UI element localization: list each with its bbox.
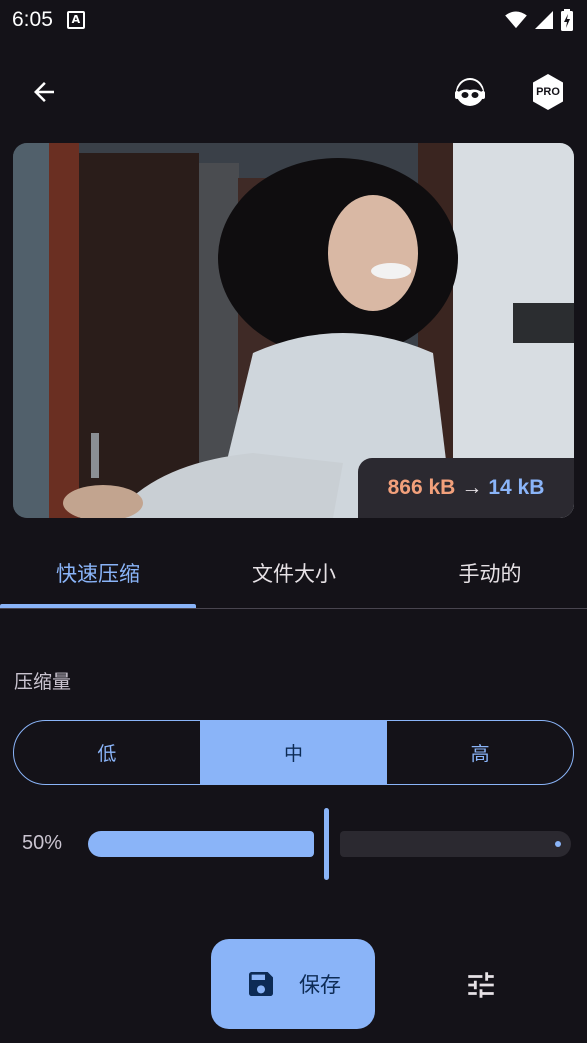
status-left: 6:05 A: [12, 8, 85, 32]
tab-quick-compress[interactable]: 快速压缩: [0, 540, 196, 606]
tab-manual[interactable]: 手动的: [392, 540, 587, 606]
compressed-size: 14 kB: [488, 476, 545, 499]
save-button[interactable]: 保存: [211, 939, 375, 1029]
image-preview[interactable]: 866 kB → 14 kB: [13, 143, 574, 518]
level-high-button[interactable]: 高: [387, 721, 573, 784]
status-bar: 6:05 A: [0, 0, 587, 40]
compression-amount-label: 压缩量: [14, 671, 72, 693]
save-label: 保存: [299, 973, 341, 997]
slider-handle[interactable]: [324, 808, 329, 880]
tab-file-size[interactable]: 文件大小: [196, 540, 392, 606]
app-bar: PRO: [0, 56, 587, 128]
status-time: 6:05: [12, 8, 53, 31]
original-size: 866 kB: [387, 476, 456, 499]
mascot-button[interactable]: [446, 68, 494, 116]
signal-icon: [535, 11, 553, 29]
mode-tabs: 快速压缩 文件大小 手动的: [0, 540, 587, 610]
pro-label: PRO: [536, 86, 560, 98]
pro-button[interactable]: PRO: [524, 68, 572, 116]
level-medium-button[interactable]: 中: [200, 721, 388, 784]
slider-value-label: 50%: [22, 832, 63, 854]
floppy-disk-icon: [249, 972, 273, 996]
size-comparison-badge: 866 kB → 14 kB: [358, 458, 574, 518]
status-right: [505, 9, 573, 31]
slider-stop-indicator: [555, 841, 561, 847]
slider-active-track[interactable]: [88, 831, 314, 857]
compression-level-selector: 低 中 高: [13, 720, 574, 785]
tab-divider: [0, 608, 587, 609]
arrow-right-icon: →: [461, 476, 483, 499]
battery-icon: [561, 9, 573, 31]
back-button[interactable]: [20, 68, 68, 116]
arrow-left-icon: [34, 82, 54, 102]
slider-inactive-track[interactable]: [340, 831, 571, 857]
tune-button[interactable]: [457, 961, 505, 1009]
level-low-button[interactable]: 低: [14, 721, 201, 784]
tune-sliders-icon: [468, 972, 494, 998]
notification-icon: A: [66, 11, 85, 29]
mascot-icon: [455, 78, 485, 106]
wifi-icon: [505, 11, 527, 29]
